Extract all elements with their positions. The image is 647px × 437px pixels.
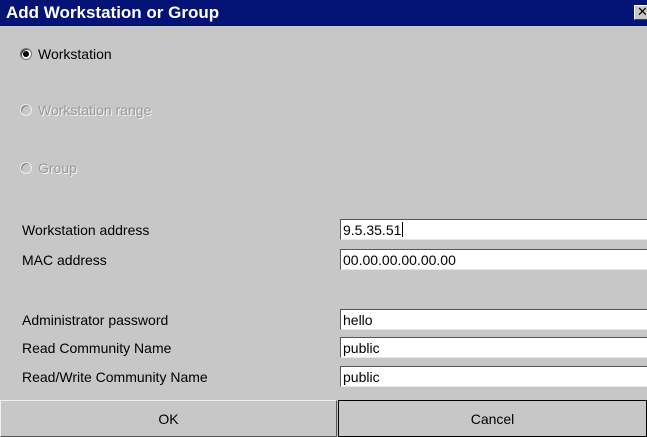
radio-button-icon[interactable] [20,104,32,116]
cancel-button[interactable]: Cancel [338,400,647,437]
admin-password-input[interactable]: hello [340,309,647,330]
readwrite-community-label: Read/Write Community Name [22,369,208,385]
workstation-address-text: 9.5.35.51 [343,222,402,238]
mac-address-input[interactable]: 00.00.00.00.00.00 [340,249,647,270]
read-community-input[interactable]: public [340,337,647,358]
admin-password-label: Administrator password [22,312,169,328]
radio-group[interactable]: Group [20,159,77,177]
read-community-value: public [343,340,380,356]
close-icon: ✕ [637,4,647,19]
radio-workstation-range[interactable]: Workstation range [20,101,151,119]
workstation-address-value: 9.5.35.51 [343,221,404,239]
radio-workstation-range-label: Workstation range [38,102,152,118]
radio-group-label: Group [38,160,77,176]
radio-button-icon[interactable] [20,162,32,174]
text-caret [402,222,404,237]
readwrite-community-input[interactable]: public [340,366,647,387]
mac-address-label: MAC address [22,252,107,268]
admin-password-value: hello [343,312,373,328]
readwrite-community-value: public [343,369,380,385]
read-community-label: Read Community Name [22,340,172,356]
mac-address-value: 00.00.00.00.00.00 [343,252,456,268]
radio-workstation[interactable]: Workstation [20,45,112,63]
radio-workstation-label: Workstation [38,46,112,62]
title-bar[interactable]: Add Workstation or Group ✕ [0,0,647,26]
dialog-title: Add Workstation or Group [6,3,220,22]
add-workstation-dialog: Add Workstation or Group ✕ Workstation W… [0,0,647,437]
workstation-address-label: Workstation address [22,222,150,238]
close-button[interactable]: ✕ [634,4,647,20]
workstation-address-input[interactable]: 9.5.35.51 [340,219,647,240]
cancel-button-label: Cancel [470,411,515,427]
ok-button[interactable]: OK [0,400,337,437]
ok-button-label: OK [158,411,179,427]
radio-button-icon[interactable] [20,48,32,60]
